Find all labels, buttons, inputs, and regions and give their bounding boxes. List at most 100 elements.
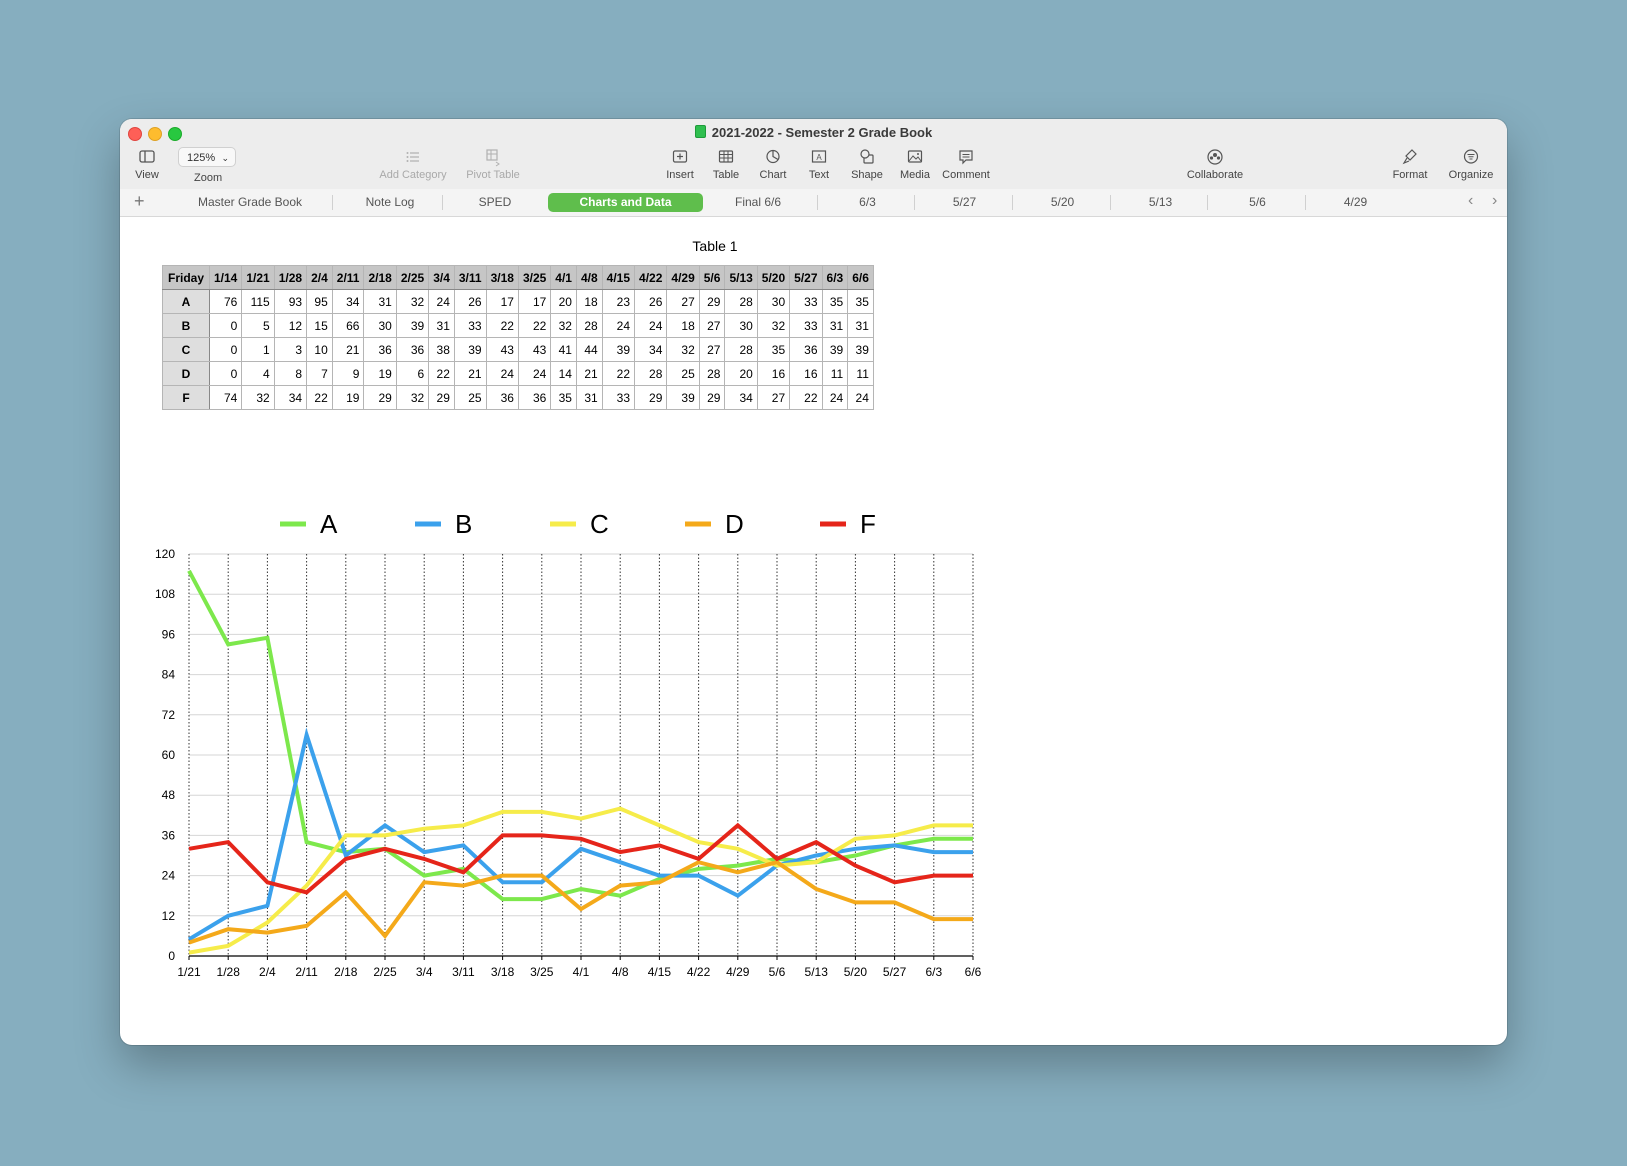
table-cell[interactable]: 32	[666, 337, 700, 362]
table-cell[interactable]: 23	[601, 289, 636, 314]
table-cell[interactable]: 31	[847, 313, 874, 338]
table-cell[interactable]: 74	[208, 385, 243, 410]
table-cell[interactable]: 0	[208, 313, 243, 338]
column-header[interactable]: 5/27	[789, 265, 823, 290]
table-cell[interactable]: 10	[306, 337, 333, 362]
comment-button[interactable]: Comment	[940, 147, 992, 181]
row-header[interactable]: C	[162, 337, 210, 362]
table-cell[interactable]: 43	[485, 337, 519, 362]
zoom-select[interactable]: 125% ⌄	[178, 147, 236, 167]
row-header[interactable]: F	[162, 385, 210, 410]
insert-button[interactable]: Insert	[660, 147, 700, 181]
table-cell[interactable]: 25	[666, 361, 700, 386]
table-cell[interactable]: 4	[241, 361, 275, 386]
table-cell[interactable]: 39	[453, 337, 487, 362]
table-cell[interactable]: 7	[306, 361, 333, 386]
table-cell[interactable]: 0	[208, 361, 243, 386]
table-cell[interactable]: 1	[241, 337, 275, 362]
table-cell[interactable]: 24	[517, 361, 552, 386]
column-header[interactable]: 2/25	[395, 265, 430, 290]
table-cell[interactable]: 16	[789, 361, 823, 386]
column-header[interactable]: 6/3	[821, 265, 849, 290]
column-header[interactable]: 4/15	[601, 265, 636, 290]
table-cell[interactable]: 27	[666, 289, 700, 314]
table-cell[interactable]: 8	[273, 361, 308, 386]
table-cell[interactable]: 29	[698, 385, 726, 410]
column-header[interactable]: 5/6	[698, 265, 726, 290]
view-button[interactable]: View	[132, 147, 162, 181]
column-header[interactable]: Friday	[162, 265, 210, 290]
column-header[interactable]: 4/1	[550, 265, 577, 290]
table-cell[interactable]: 28	[724, 289, 758, 314]
table-cell[interactable]: 34	[331, 289, 365, 314]
table-cell[interactable]: 24	[847, 385, 874, 410]
table-cell[interactable]: 24	[485, 361, 519, 386]
table-cell[interactable]: 24	[428, 289, 455, 314]
chart-button[interactable]: Chart	[753, 147, 793, 181]
table-cell[interactable]: 35	[847, 289, 874, 314]
table-cell[interactable]: 39	[666, 385, 700, 410]
table-cell[interactable]: 31	[363, 289, 397, 314]
table-cell[interactable]: 5	[241, 313, 275, 338]
add-category-button[interactable]: Add Category	[373, 147, 453, 181]
table-cell[interactable]: 34	[634, 337, 668, 362]
table-cell[interactable]: 30	[363, 313, 397, 338]
table-cell[interactable]: 31	[428, 313, 455, 338]
table-cell[interactable]: 27	[698, 313, 726, 338]
table-cell[interactable]: 34	[724, 385, 758, 410]
table-cell[interactable]: 35	[756, 337, 791, 362]
organize-button[interactable]: Organize	[1446, 147, 1496, 181]
table-cell[interactable]: 11	[821, 361, 849, 386]
table-cell[interactable]: 22	[428, 361, 455, 386]
table-cell[interactable]: 15	[306, 313, 333, 338]
table-cell[interactable]: 31	[575, 385, 603, 410]
table-cell[interactable]: 36	[485, 385, 519, 410]
column-header[interactable]: 3/25	[517, 265, 552, 290]
sheet-tab[interactable]: 4/29	[1308, 189, 1403, 216]
table-cell[interactable]: 3	[273, 337, 308, 362]
table-cell[interactable]: 19	[363, 361, 397, 386]
table-cell[interactable]: 29	[428, 385, 455, 410]
table-cell[interactable]: 28	[724, 337, 758, 362]
column-header[interactable]: 4/22	[634, 265, 668, 290]
table-cell[interactable]: 17	[517, 289, 552, 314]
column-header[interactable]: 2/4	[306, 265, 333, 290]
chevron-right-icon[interactable]: ›	[1492, 192, 1497, 210]
table-cell[interactable]: 20	[724, 361, 758, 386]
table-cell[interactable]: 66	[331, 313, 365, 338]
grade-table[interactable]: Friday 1/14 1/21 1/28 2/4 2/11 2/18 2/25 3/4 3/11…	[162, 265, 874, 410]
table-cell[interactable]: 21	[453, 361, 487, 386]
table-cell[interactable]: 29	[363, 385, 397, 410]
table-cell[interactable]: 24	[601, 313, 636, 338]
table-cell[interactable]: 21	[331, 337, 365, 362]
column-header[interactable]: 3/18	[485, 265, 519, 290]
table-cell[interactable]: 14	[550, 361, 577, 386]
table-cell[interactable]: 95	[306, 289, 333, 314]
table-cell[interactable]: 24	[634, 313, 668, 338]
row-header[interactable]: B	[162, 313, 210, 338]
column-header[interactable]: 2/11	[331, 265, 365, 290]
table-cell[interactable]: 11	[847, 361, 874, 386]
column-header[interactable]: 3/4	[428, 265, 455, 290]
table-cell[interactable]: 22	[601, 361, 636, 386]
table-cell[interactable]: 21	[575, 361, 603, 386]
table-cell[interactable]: 36	[363, 337, 397, 362]
table-cell[interactable]: 31	[821, 313, 849, 338]
table-cell[interactable]: 26	[634, 289, 668, 314]
table-cell[interactable]: 30	[756, 289, 791, 314]
table-cell[interactable]: 38	[428, 337, 455, 362]
column-header[interactable]: 1/14	[208, 265, 243, 290]
chevron-left-icon[interactable]: ‹	[1468, 192, 1473, 210]
column-header[interactable]: 5/20	[756, 265, 791, 290]
table-cell[interactable]: 12	[273, 313, 308, 338]
pivot-table-button[interactable]: Pivot Table	[458, 147, 528, 181]
media-button[interactable]: Media	[895, 147, 935, 181]
table-button[interactable]: Table	[708, 147, 744, 181]
format-button[interactable]: Format	[1390, 147, 1430, 181]
table-cell[interactable]: 22	[789, 385, 823, 410]
table-cell[interactable]: 24	[821, 385, 849, 410]
table-cell[interactable]: 30	[724, 313, 758, 338]
column-header[interactable]: 1/21	[241, 265, 275, 290]
table-cell[interactable]: 18	[666, 313, 700, 338]
table-cell[interactable]: 22	[517, 313, 552, 338]
